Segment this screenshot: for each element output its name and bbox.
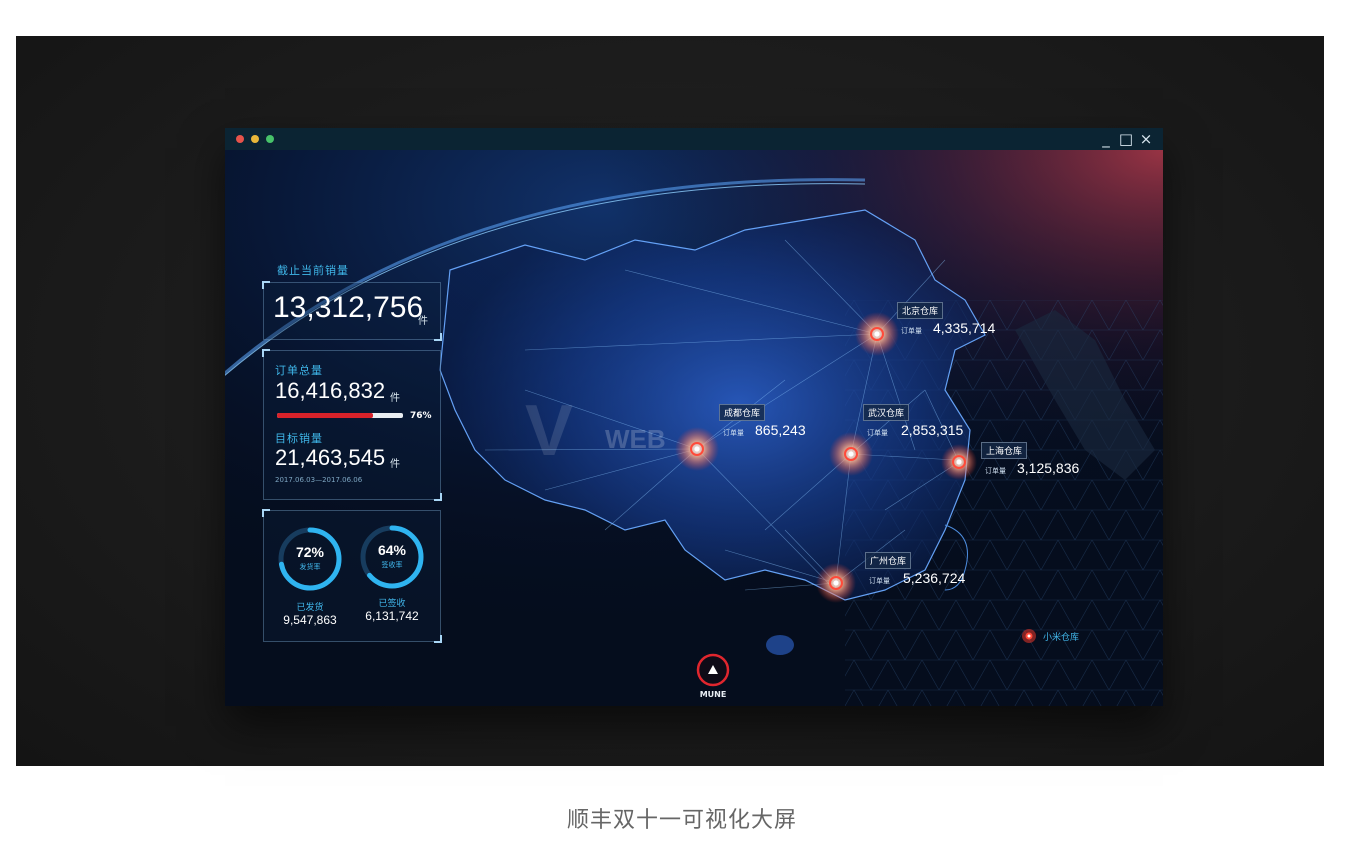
target-progress-fill	[277, 413, 373, 418]
orders-value: 16,416,832	[275, 378, 386, 403]
orders-label: 订单总量	[275, 364, 323, 377]
target-label: 目标销量	[275, 432, 323, 445]
warehouse-shanghai-value: 3,125,836	[1017, 460, 1080, 476]
legend-dot-icon	[1022, 629, 1036, 643]
close-dot-icon[interactable]	[236, 135, 244, 143]
warehouse-wuhan-value: 2,853,315	[901, 422, 964, 438]
image-caption: 顺丰双十一可视化大屏	[566, 808, 797, 833]
close-button[interactable]: ×	[1137, 129, 1155, 149]
menu-button[interactable]	[696, 653, 730, 687]
warehouse-beijing-name: 北京仓库	[897, 302, 944, 319]
orders-unit: 件	[390, 393, 400, 404]
target-value: 21,463,545	[275, 445, 386, 470]
warehouse-wuhan-name: 武汉仓库	[863, 404, 910, 421]
progress-percent-label: 76%	[410, 411, 432, 421]
warehouse-guangzhou-value: 5,236,724	[903, 570, 966, 586]
target-unit: 件	[390, 459, 400, 470]
sales-value: 13,312,756	[273, 291, 424, 324]
screenshot-backdrop: _ □ × V WEB 截止当前销量 13,312,756 件 订单总量 16,…	[16, 36, 1324, 766]
warehouse-node-guangzhou[interactable]	[816, 563, 856, 603]
minimize-button[interactable]: _	[1097, 129, 1115, 149]
signed-ring-sub: 签收率	[381, 561, 403, 569]
shipped-ring-percent: 72%	[295, 544, 325, 560]
watermark-text: WEB	[605, 424, 666, 454]
legend-label: 小米仓库	[1043, 633, 1080, 643]
shipped-ring-sub: 发货率	[299, 563, 321, 571]
window-titlebar: _ □ ×	[225, 128, 1163, 151]
signed-ring-percent: 64%	[377, 542, 407, 558]
shipped-value: 9,547,863	[283, 613, 337, 627]
target-progress-bar	[277, 413, 403, 418]
maximize-button[interactable]: □	[1117, 129, 1135, 149]
warehouse-guangzhou-order-label: 订单量	[869, 577, 890, 585]
warehouse-wuhan-order-label: 订单量	[867, 429, 888, 437]
sales-unit: 件	[418, 316, 428, 327]
warehouse-beijing-value: 4,335,714	[933, 320, 996, 336]
dashboard-window: _ □ × V WEB 截止当前销量 13,312,756 件 订单总量 16,…	[225, 128, 1163, 706]
warehouse-node-wuhan[interactable]	[829, 432, 873, 476]
signed-title: 已签收	[378, 599, 406, 609]
sales-label: 截止当前销量	[277, 264, 349, 277]
warehouse-shanghai-order-label: 订单量	[985, 467, 1006, 475]
minimize-dot-icon[interactable]	[251, 135, 259, 143]
zoom-dot-icon[interactable]	[266, 135, 274, 143]
warehouse-node-chengdu[interactable]	[675, 427, 719, 471]
watermark-logo: V	[525, 391, 573, 471]
menu-label[interactable]: MUNE	[683, 690, 743, 699]
date-range: 2017.06.03—2017.06.06	[275, 476, 363, 484]
signed-value: 6,131,742	[365, 609, 419, 623]
warehouse-chengdu-value: 865,243	[755, 422, 806, 438]
shipped-title: 已发货	[296, 603, 324, 613]
warehouse-guangzhou-name: 广州仓库	[865, 552, 912, 569]
warehouse-node-shanghai[interactable]	[941, 444, 977, 480]
warehouse-chengdu-order-label: 订单量	[723, 429, 744, 437]
warehouse-chengdu-name: 成都仓库	[719, 404, 766, 421]
warehouse-beijing-order-label: 订单量	[901, 327, 922, 335]
warehouse-shanghai-name: 上海仓库	[981, 442, 1028, 459]
warehouse-node-beijing[interactable]	[855, 312, 899, 356]
